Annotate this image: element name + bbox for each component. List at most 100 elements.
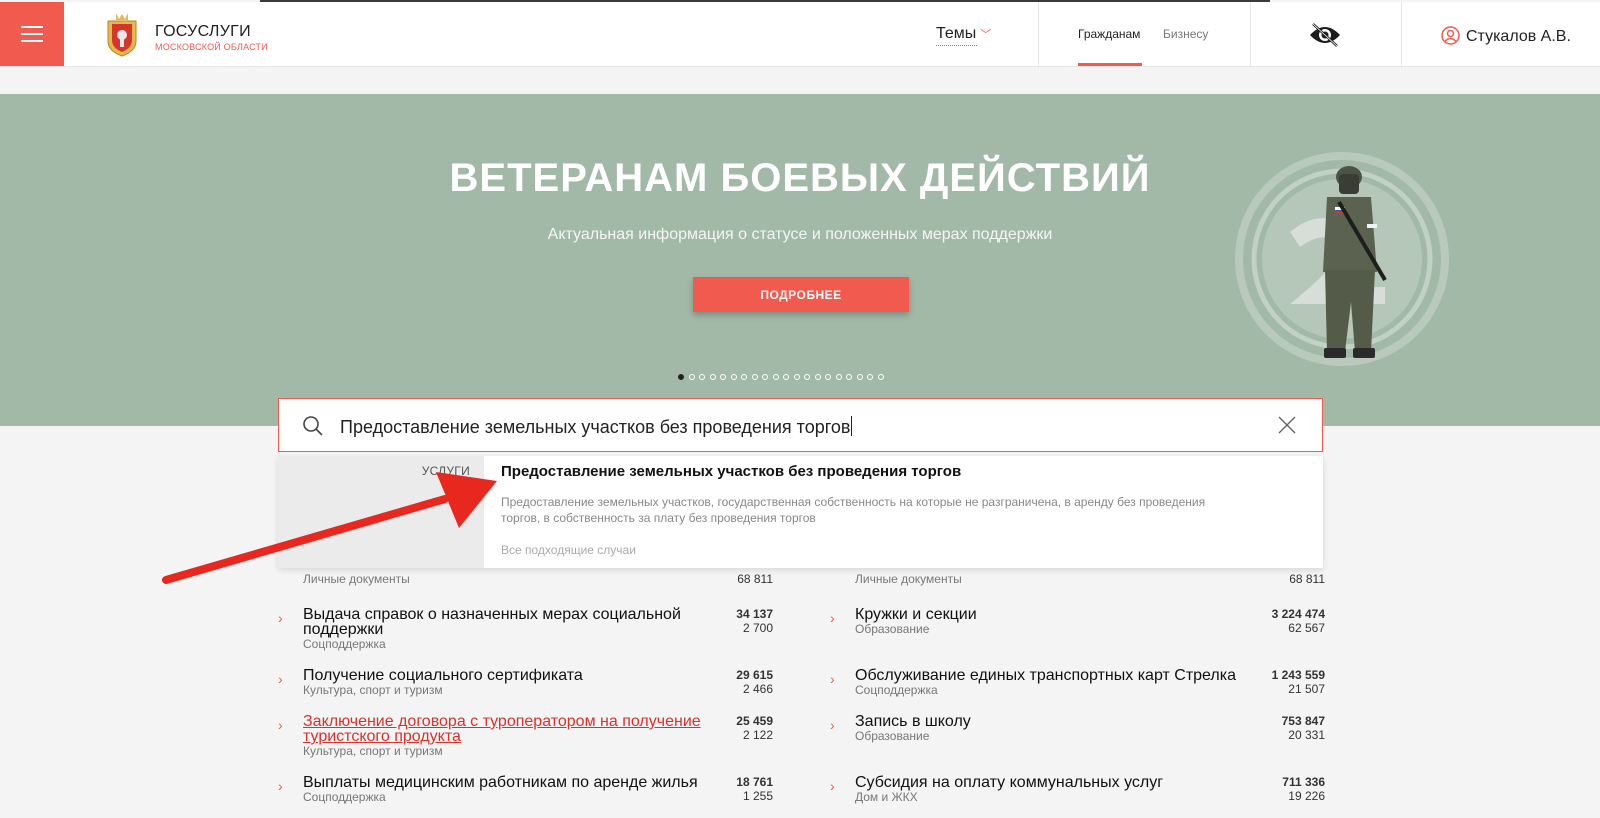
user-name[interactable]: Стукалов А.В. [1466,28,1571,46]
slider-dot[interactable] [877,374,884,380]
service-count-recent: 68 811 [1289,572,1325,586]
service-row[interactable]: › Заключение договора с туроператором на … [278,714,773,759]
service-row[interactable]: Личные документы 68 811 [830,557,1325,597]
slider-dot[interactable] [762,374,768,380]
service-name[interactable]: Кружки и секции [855,607,1255,623]
chevron-right-icon: › [830,671,835,687]
service-category: Дом и ЖКХ [855,790,918,804]
slider-dot[interactable] [751,374,758,380]
divider [1250,2,1251,66]
service-count-recent: 21 507 [1288,682,1325,696]
chevron-right-icon: › [278,778,283,794]
chevron-down-icon: ﹀ [980,29,992,41]
divider [1401,2,1402,66]
active-tab-indicator [1078,63,1142,66]
service-count-recent: 2 700 [742,621,773,635]
service-count-total: 25 459 [736,714,773,728]
clear-icon[interactable] [1277,415,1297,435]
slider-dot[interactable] [783,374,789,380]
service-row[interactable]: › Кружки и секции Образование 3 224 474 62 5… [830,607,1325,647]
coat-of-arms-logo[interactable] [104,11,140,57]
slider-dot[interactable] [867,374,873,380]
menu-icon[interactable] [0,2,64,66]
chevron-right-icon: › [278,671,283,687]
service-name[interactable]: Выдача справок о назначенных мерах социа… [303,607,703,638]
slider-dot[interactable] [856,374,863,380]
service-name[interactable]: Обслуживание единых транспортных карт Ст… [855,668,1255,684]
suggestion-category-label[interactable]: УСЛУГИ [422,464,470,478]
service-category: Соцподдержка [303,790,386,804]
service-row[interactable]: › Получение социального сертификата Культу… [278,668,773,708]
slider-dot[interactable] [688,374,695,380]
chevron-right-icon: › [278,717,283,733]
service-count-total: 34 137 [736,607,773,621]
user-icon[interactable] [1441,26,1460,45]
service-row[interactable]: Личные документы 68 811 [278,557,773,597]
search-box[interactable]: Предоставление земельных участков без пр… [278,398,1323,452]
service-category: Соцподдержка [303,637,386,651]
service-count-total: 753 847 [1281,714,1325,728]
slider-dot[interactable] [678,374,684,380]
service-count-recent: 19 226 [1288,789,1325,803]
themes-label: Темы [936,25,977,42]
brand-subtitle: МОСКОВСКОЙ ОБЛАСТИ [155,42,268,52]
suggestion-category-count: (1 [459,480,470,494]
divider [1038,2,1039,66]
slider-dot[interactable] [709,374,716,380]
suggestion-result-description: Предоставление земельных участков, госуд… [501,495,1206,525]
veteran-illustration [1235,152,1449,366]
service-name[interactable]: Субсидия на оплату коммунальных услуг [855,775,1255,791]
service-row[interactable]: › Выдача справок о назначенных мерах соци… [278,607,773,652]
slider-dots [678,374,884,382]
suggestion-result-title[interactable]: Предоставление земельных участков без пр… [501,463,961,480]
tab-citizens[interactable]: Гражданам [1078,27,1140,41]
tab-business[interactable]: Бизнесу [1163,27,1208,41]
service-name[interactable]: Запись в школу [855,714,1255,730]
promo-banner: ВЕТЕРАНАМ БОЕВЫХ ДЕЙСТВИЙ Актуальная инф… [0,94,1600,426]
slider-dot[interactable] [720,374,726,380]
service-row[interactable]: › Субсидия на оплату коммунальных услуг До… [830,775,1325,815]
suggestion-category-column: УСЛУГИ (1 [278,456,484,568]
chevron-right-icon: › [278,610,283,626]
slider-dot[interactable] [814,374,821,380]
slider-dot[interactable] [835,374,842,380]
service-category: Образование [855,729,930,743]
themes-menu[interactable]: Темы ﹀ [936,25,992,46]
service-count-total: 1 243 559 [1271,668,1325,682]
slider-dot[interactable] [825,374,831,380]
slider-dot[interactable] [730,374,737,380]
service-name[interactable]: Заключение договора с туроператором на п… [303,714,703,745]
search-suggestions: УСЛУГИ (1 Предоставление земельных участ… [278,456,1323,568]
site-header: ГОСУСЛУГИ МОСКОВСКОЙ ОБЛАСТИ Темы ﹀ Гражд… [0,2,1600,67]
brand-title: ГОСУСЛУГИ [155,23,251,40]
service-category: Личные документы [855,572,962,586]
chevron-right-icon: › [830,610,835,626]
slider-dot[interactable] [804,374,810,380]
slider-dot[interactable] [772,374,779,380]
service-category: Личные документы [303,572,410,586]
service-count-recent: 68 811 [737,572,773,586]
service-name[interactable]: Получение социального сертификата [303,668,703,684]
service-count-recent: 20 331 [1288,728,1325,742]
service-count-recent: 2 122 [742,728,773,742]
service-count-total: 711 336 [1282,775,1325,789]
service-category: Культура, спорт и туризм [303,744,443,758]
chevron-right-icon: › [830,717,835,733]
slider-dot[interactable] [793,374,800,380]
service-count-recent: 2 466 [742,682,773,696]
banner-more-button[interactable]: ПОДРОБНЕЕ [693,277,909,312]
service-row[interactable]: › Запись в школу Образование 753 847 20 331 [830,714,1325,754]
slider-dot[interactable] [741,374,747,380]
service-count-recent: 62 567 [1288,621,1325,635]
search-input[interactable]: Предоставление земельных участков без пр… [340,416,852,438]
eye-icon[interactable] [1308,22,1342,48]
all-matches-link[interactable]: Все подходящие случаи [501,543,636,557]
service-row[interactable]: › Обслуживание единых транспортных карт С… [830,668,1325,708]
service-name[interactable]: Выплаты медицинским работникам по аренде… [303,775,703,791]
service-row[interactable]: › Выплаты медицинским работникам по аренд… [278,775,773,815]
service-category: Культура, спорт и туризм [303,683,443,697]
chevron-right-icon: › [830,778,835,794]
slider-dot[interactable] [846,374,852,380]
service-category: Образование [855,622,930,636]
slider-dot[interactable] [699,374,705,380]
